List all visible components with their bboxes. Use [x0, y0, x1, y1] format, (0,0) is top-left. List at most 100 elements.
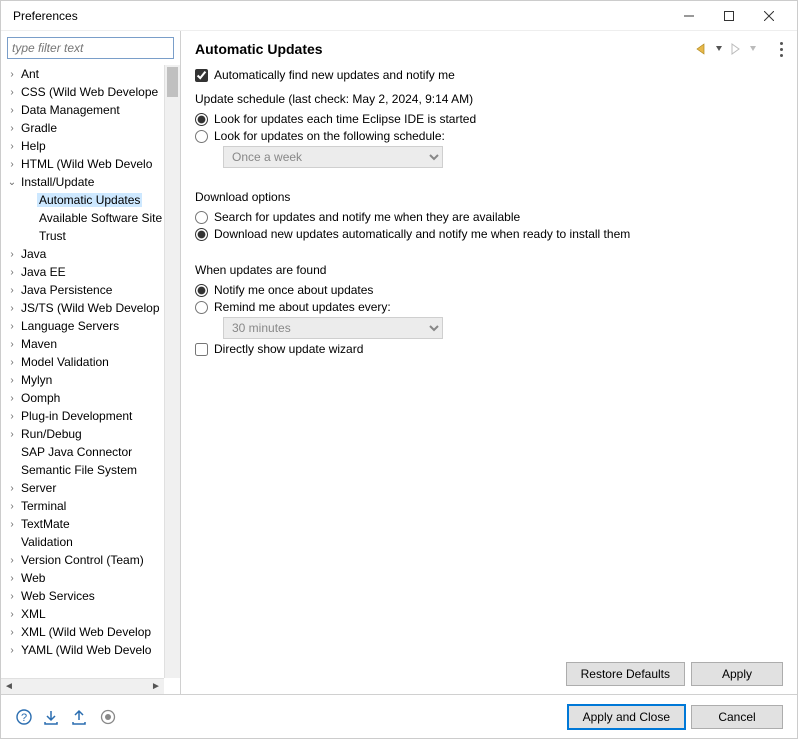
chevron-right-icon[interactable]: ›: [5, 609, 19, 620]
remind-interval-select[interactable]: 30 minutes: [223, 317, 443, 339]
minimize-button[interactable]: [669, 2, 709, 30]
schedule-fixed-label: Look for updates on the following schedu…: [214, 129, 445, 143]
chevron-right-icon[interactable]: ›: [5, 267, 19, 278]
tree-item[interactable]: ›Help: [5, 137, 164, 155]
tree-item[interactable]: ›Maven: [5, 335, 164, 353]
notify-once-radio[interactable]: [195, 284, 208, 297]
maximize-button[interactable]: [709, 2, 749, 30]
chevron-right-icon[interactable]: ›: [5, 123, 19, 134]
back-button[interactable]: [693, 42, 711, 56]
back-dropdown-icon[interactable]: [715, 42, 723, 56]
chevron-right-icon[interactable]: ›: [5, 483, 19, 494]
found-header: When updates are found: [195, 263, 783, 277]
chevron-right-icon[interactable]: ›: [5, 339, 19, 350]
svg-text:?: ?: [21, 712, 27, 724]
tree-item[interactable]: ›Oomph: [5, 389, 164, 407]
chevron-right-icon[interactable]: ›: [5, 429, 19, 440]
tree-item[interactable]: Semantic File System: [5, 461, 164, 479]
preferences-tree[interactable]: ›Ant›CSS (Wild Web Develope›Data Managem…: [1, 65, 164, 678]
chevron-right-icon[interactable]: ›: [5, 555, 19, 566]
tree-item[interactable]: ›Terminal: [5, 497, 164, 515]
scroll-left-icon[interactable]: ◄: [1, 679, 17, 695]
chevron-right-icon[interactable]: ›: [5, 285, 19, 296]
tree-item[interactable]: ›Model Validation: [5, 353, 164, 371]
tree-item[interactable]: ›Data Management: [5, 101, 164, 119]
tree-item[interactable]: ›Plug-in Development: [5, 407, 164, 425]
cancel-button[interactable]: Cancel: [691, 705, 783, 729]
filter-input[interactable]: [7, 37, 174, 59]
schedule-fixed-radio[interactable]: [195, 130, 208, 143]
tree-item[interactable]: ›Version Control (Team): [5, 551, 164, 569]
schedule-on-start-radio[interactable]: [195, 113, 208, 126]
import-icon[interactable]: [43, 708, 61, 726]
schedule-on-start-label: Look for updates each time Eclipse IDE i…: [214, 112, 476, 126]
tree-item[interactable]: Trust: [5, 227, 164, 245]
tree-item[interactable]: ›CSS (Wild Web Develope: [5, 83, 164, 101]
tree-item[interactable]: ›Java EE: [5, 263, 164, 281]
download-search-radio[interactable]: [195, 211, 208, 224]
chevron-right-icon[interactable]: ›: [5, 393, 19, 404]
tree-item[interactable]: ›Web: [5, 569, 164, 587]
apply-button[interactable]: Apply: [691, 662, 783, 686]
chevron-right-icon[interactable]: ›: [5, 627, 19, 638]
chevron-right-icon[interactable]: ›: [5, 519, 19, 530]
schedule-select[interactable]: Once a week: [223, 146, 443, 168]
tree-vertical-scrollbar[interactable]: [164, 65, 180, 678]
chevron-down-icon[interactable]: ⌄: [5, 177, 19, 188]
chevron-right-icon[interactable]: ›: [5, 321, 19, 332]
chevron-right-icon[interactable]: ›: [5, 645, 19, 656]
tree-item[interactable]: Automatic Updates: [5, 191, 164, 209]
tree-item[interactable]: ›Java Persistence: [5, 281, 164, 299]
chevron-right-icon[interactable]: ›: [5, 411, 19, 422]
help-icon[interactable]: ?: [15, 708, 33, 726]
chevron-right-icon[interactable]: ›: [5, 375, 19, 386]
oomph-recorder-icon[interactable]: [99, 708, 117, 726]
remind-every-radio[interactable]: [195, 301, 208, 314]
tree-item[interactable]: ›Ant: [5, 65, 164, 83]
chevron-right-icon[interactable]: ›: [5, 573, 19, 584]
download-search-label: Search for updates and notify me when th…: [214, 210, 520, 224]
auto-find-checkbox[interactable]: [195, 69, 208, 82]
tree-item[interactable]: ›Language Servers: [5, 317, 164, 335]
chevron-right-icon[interactable]: ›: [5, 501, 19, 512]
tree-horizontal-scrollbar[interactable]: ◄ ►: [1, 678, 164, 694]
close-button[interactable]: [749, 2, 789, 30]
tree-item[interactable]: ›YAML (Wild Web Develo: [5, 641, 164, 659]
tree-item[interactable]: Available Software Site: [5, 209, 164, 227]
tree-item[interactable]: SAP Java Connector: [5, 443, 164, 461]
forward-dropdown-icon[interactable]: [749, 42, 757, 56]
tree-item[interactable]: ›JS/TS (Wild Web Develop: [5, 299, 164, 317]
chevron-right-icon[interactable]: ›: [5, 159, 19, 170]
view-menu-icon[interactable]: [767, 42, 783, 57]
tree-item[interactable]: ›Run/Debug: [5, 425, 164, 443]
tree-item[interactable]: ⌄Install/Update: [5, 173, 164, 191]
chevron-right-icon[interactable]: ›: [5, 141, 19, 152]
tree-item[interactable]: ›XML: [5, 605, 164, 623]
forward-button[interactable]: [727, 42, 745, 56]
chevron-right-icon[interactable]: ›: [5, 69, 19, 80]
tree-item[interactable]: ›Web Services: [5, 587, 164, 605]
tree-item-label: Gradle: [19, 121, 59, 135]
tree-item[interactable]: Validation: [5, 533, 164, 551]
tree-item[interactable]: ›Mylyn: [5, 371, 164, 389]
chevron-right-icon[interactable]: ›: [5, 105, 19, 116]
chevron-right-icon[interactable]: ›: [5, 591, 19, 602]
tree-item[interactable]: ›TextMate: [5, 515, 164, 533]
tree-item[interactable]: ›Server: [5, 479, 164, 497]
tree-item-label: Language Servers: [19, 319, 121, 333]
tree-item[interactable]: ›XML (Wild Web Develop: [5, 623, 164, 641]
download-auto-radio[interactable]: [195, 228, 208, 241]
tree-item[interactable]: ›Java: [5, 245, 164, 263]
restore-defaults-button[interactable]: Restore Defaults: [566, 662, 685, 686]
direct-wizard-checkbox[interactable]: [195, 343, 208, 356]
scroll-right-icon[interactable]: ►: [148, 679, 164, 695]
chevron-right-icon[interactable]: ›: [5, 249, 19, 260]
export-icon[interactable]: [71, 708, 89, 726]
chevron-right-icon[interactable]: ›: [5, 87, 19, 98]
chevron-right-icon[interactable]: ›: [5, 357, 19, 368]
tree-item[interactable]: ›Gradle: [5, 119, 164, 137]
tree-item[interactable]: ›HTML (Wild Web Develo: [5, 155, 164, 173]
apply-and-close-button[interactable]: Apply and Close: [568, 705, 685, 729]
tree-item-label: Data Management: [19, 103, 122, 117]
chevron-right-icon[interactable]: ›: [5, 303, 19, 314]
